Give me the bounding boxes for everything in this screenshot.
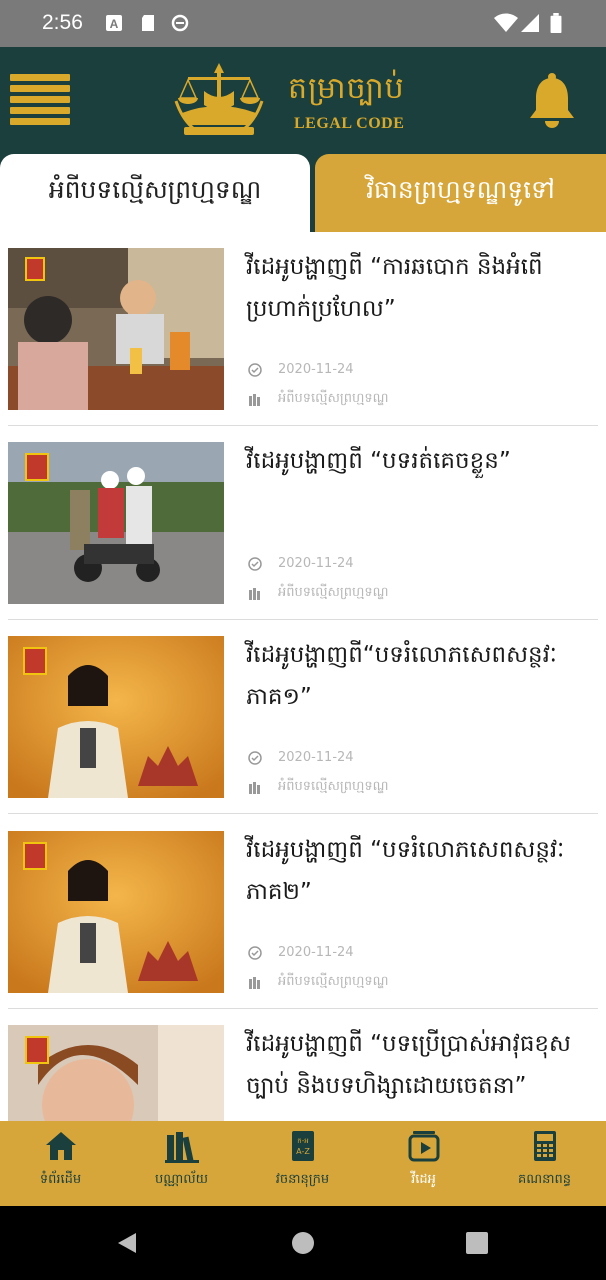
keyboard-notification-icon: A	[106, 15, 122, 31]
video-title[interactable]: វីដេអូបង្ហាញពី “បទរំលោភសេពសន្ថវៈ ភាគ២”	[246, 829, 586, 913]
notification-bell-icon[interactable]	[528, 72, 576, 128]
logo-english: LEGAL CODE	[294, 115, 405, 132]
app-logo-text: តម្រាច្បាប់ LEGAL CODE	[288, 69, 405, 133]
video-date: 2020-11-24	[248, 750, 354, 765]
video-category: អំពីបទល្មើសព្រហ្មទណ្ឌ	[248, 973, 389, 992]
video-category: អំពីបទល្មើសព្រហ្មទណ្ឌ	[248, 390, 389, 409]
video-date-text: 2020-11-24	[278, 945, 354, 960]
video-category-text: អំពីបទល្មើសព្រហ្មទណ្ឌ	[278, 779, 389, 794]
category-tabs: អំពីបទល្មើសព្រហ្មទណ្ឌ វិធានព្រហ្មទណ្ឌទូទ…	[0, 154, 606, 232]
video-title[interactable]: វីដេអូបង្ហាញពី “បទរត់គេចខ្លួន”	[246, 440, 586, 482]
video-category-text: អំពីបទល្មើសព្រហ្មទណ្ឌ	[278, 585, 389, 600]
video-date: 2020-11-24	[248, 362, 354, 377]
video-thumbnail[interactable]	[8, 1025, 224, 1122]
video-category: អំពីបទល្មើសព្រហ្មទណ្ឌ	[248, 778, 389, 797]
clock-icon	[248, 556, 262, 571]
video-list-item[interactable]: វីដេអូបង្ហាញពី “បទប្រើប្រាស់អាវុធខុសច្បា…	[0, 1009, 606, 1122]
svg-text:ក-អ: ក-អ	[297, 1137, 309, 1145]
video-icon	[408, 1131, 439, 1162]
nav-library[interactable]: បណ្ណាល័យ	[121, 1121, 242, 1206]
nav-home-label: ទំព័រដើម	[39, 1172, 82, 1187]
battery-icon	[550, 13, 562, 33]
clock-icon	[248, 945, 262, 960]
video-list-item[interactable]: វីដេអូបង្ហាញពី “បទរំលោភសេពសន្ថវៈ ភាគ២” 2…	[0, 815, 606, 1009]
video-category-text: អំពីបទល្មើសព្រហ្មទណ្ឌ	[278, 974, 389, 989]
video-thumbnail[interactable]	[8, 831, 224, 993]
nav-video-label: វីដេអូ	[411, 1172, 436, 1187]
video-date-text: 2020-11-24	[278, 750, 354, 765]
video-date-text: 2020-11-24	[278, 556, 354, 571]
books-small-icon	[249, 781, 260, 794]
nav-tax-calculator[interactable]: គណនាពន្ធ	[484, 1121, 605, 1206]
recents-icon[interactable]	[466, 1232, 488, 1254]
sync-icon	[171, 14, 189, 32]
bottom-navigation: ទំព័រដើម បណ្ណាល័យ ក-អ A-Z វចនានុក្រម វីដ…	[0, 1121, 606, 1206]
status-time: 2:56	[42, 11, 83, 34]
system-navigation-bar	[0, 1206, 606, 1280]
sd-card-icon	[142, 15, 154, 31]
svg-text:A-Z: A-Z	[296, 1147, 310, 1156]
books-small-icon	[249, 976, 260, 989]
video-thumbnail[interactable]	[8, 636, 224, 798]
video-list-item[interactable]: វីដេអូបង្ហាញពី “ការឆបោក និងអំពើប្រហាក់ប្…	[0, 232, 606, 426]
video-list[interactable]: វីដេអូបង្ហាញពី “ការឆបោក និងអំពើប្រហាក់ប្…	[0, 232, 606, 1122]
video-date-text: 2020-11-24	[278, 362, 354, 377]
books-icon	[164, 1132, 199, 1163]
nav-tax-calculator-label: គណនាពន្ធ	[517, 1172, 571, 1187]
video-title[interactable]: វីដេអូបង្ហាញពី“បទរំលោភសេពសន្ថវៈ ភាគ១”	[246, 634, 586, 718]
svg-text:A: A	[110, 17, 119, 31]
video-date: 2020-11-24	[248, 945, 354, 960]
video-title[interactable]: វីដេអូបង្ហាញពី “ការឆបោក និងអំពើប្រហាក់ប្…	[246, 246, 586, 330]
home-circle-icon[interactable]	[291, 1231, 315, 1255]
video-category: អំពីបទល្មើសព្រហ្មទណ្ឌ	[248, 584, 389, 603]
status-bar: 2:56 A	[0, 0, 606, 47]
video-list-item[interactable]: វីដេអូបង្ហាញពី “បទរត់គេចខ្លួន” 2020-11-2…	[0, 426, 606, 620]
nav-dictionary-label: វចនានុក្រម	[275, 1172, 330, 1187]
signal-icon	[521, 14, 539, 32]
menu-icon[interactable]	[10, 74, 70, 126]
calculator-icon	[533, 1131, 556, 1161]
clock-icon	[248, 362, 262, 377]
wifi-icon	[494, 13, 518, 32]
nav-video[interactable]: វីដេអូ	[363, 1121, 484, 1206]
nav-dictionary[interactable]: ក-អ A-Z វចនានុក្រម	[242, 1121, 363, 1206]
tab-criminal-offences[interactable]: អំពីបទល្មើសព្រហ្មទណ្ឌ	[0, 154, 310, 232]
legal-code-emblem	[174, 63, 264, 135]
app-bar: តម្រាច្បាប់ LEGAL CODE	[0, 47, 606, 154]
clock-icon	[248, 750, 262, 765]
video-category-text: អំពីបទល្មើសព្រហ្មទណ្ឌ	[278, 391, 389, 406]
tab-general-criminal-rules[interactable]: វិធានព្រហ្មទណ្ឌទូទៅ	[315, 154, 606, 232]
dictionary-icon: ក-អ A-Z	[291, 1131, 314, 1161]
books-small-icon	[249, 587, 260, 600]
video-title[interactable]: វីដេអូបង្ហាញពី “បទប្រើប្រាស់អាវុធខុសច្បា…	[246, 1023, 586, 1107]
video-thumbnail[interactable]	[8, 442, 224, 604]
books-small-icon	[249, 393, 260, 406]
video-date: 2020-11-24	[248, 556, 354, 571]
nav-library-label: បណ្ណាល័យ	[154, 1172, 208, 1187]
home-icon	[45, 1132, 76, 1160]
nav-home[interactable]: ទំព័រដើម	[0, 1121, 121, 1206]
logo-khmer: តម្រាច្បាប់	[288, 71, 405, 106]
divider	[8, 813, 598, 814]
video-thumbnail[interactable]	[8, 248, 224, 410]
back-icon[interactable]	[116, 1231, 138, 1255]
video-list-item[interactable]: វីដេអូបង្ហាញពី“បទរំលោភសេពសន្ថវៈ ភាគ១” 20…	[0, 620, 606, 814]
